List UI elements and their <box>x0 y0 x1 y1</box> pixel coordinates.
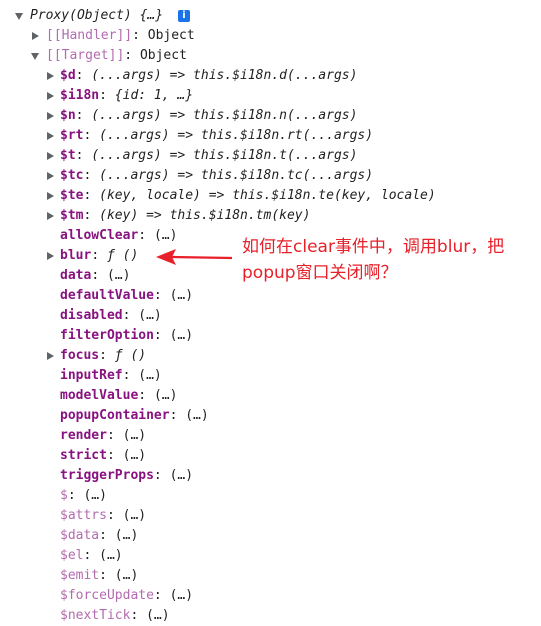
getter-key: modelValue <box>60 388 139 403</box>
getter-key: popupContainer <box>60 408 170 423</box>
getter-key: disabled <box>60 308 123 323</box>
getter-key: $el <box>60 548 84 563</box>
getter-value[interactable]: (…) <box>99 548 122 563</box>
collapsed-triangle-icon[interactable] <box>32 32 39 40</box>
getter-value[interactable]: (…) <box>115 528 138 543</box>
getter-value[interactable]: (…) <box>138 308 161 323</box>
collapsed-triangle-icon[interactable] <box>47 252 54 260</box>
property-value: (...args) => this.$i18n.tc(...args) <box>99 168 374 183</box>
getter-key: filterOption <box>60 328 154 343</box>
property-value: (key) => this.$i18n.tm(key) <box>99 208 311 223</box>
target-key: [[Target]] <box>46 48 125 63</box>
property-value: (...args) => this.$i18n.d(...args) <box>91 68 358 83</box>
collapsed-triangle-icon[interactable] <box>47 132 54 140</box>
getter-value[interactable]: (…) <box>123 508 146 523</box>
getter-value[interactable]: (…) <box>170 288 193 303</box>
property-key: $n <box>60 108 76 123</box>
getter-value[interactable]: (…) <box>170 328 193 343</box>
property-value: (...args) => this.$i18n.n(...args) <box>91 108 358 123</box>
annotation-line-2: popup窗口关闭啊？ <box>242 263 398 283</box>
collapsed-triangle-icon[interactable] <box>47 212 54 220</box>
property-key: $tm <box>60 208 84 223</box>
getter-key: $attrs <box>60 508 107 523</box>
annotation-line-1: 如何在clear事件中，调用blur，把 <box>242 237 505 257</box>
annotation-arrow-icon <box>156 249 233 265</box>
annotation-text: 如何在clear事件中，调用blur，把 popup窗口关闭啊？ <box>242 234 532 286</box>
getter-value[interactable]: (…) <box>123 428 146 443</box>
getter-value[interactable]: (…) <box>123 448 146 463</box>
property-key: $tc <box>60 168 84 183</box>
getter-value[interactable]: (…) <box>170 468 193 483</box>
getter-key: blur <box>60 248 92 263</box>
property-value: (...args) => this.$i18n.rt(...args) <box>99 128 374 143</box>
getter-value[interactable]: (…) <box>170 588 193 603</box>
target-value: Object <box>139 48 187 63</box>
getter-value[interactable]: (…) <box>146 608 169 623</box>
getter-value[interactable]: ƒ () <box>115 348 146 363</box>
getter-value[interactable]: ƒ () <box>107 248 138 263</box>
collapsed-triangle-icon[interactable] <box>47 112 54 120</box>
getter-key: $data <box>60 528 100 543</box>
handler-value: Object <box>147 28 195 43</box>
getter-key: $emit <box>60 568 100 583</box>
getter-key: triggerProps <box>60 468 154 483</box>
property-key: $rt <box>60 128 84 143</box>
getter-key: inputRef <box>60 368 123 383</box>
getter-value[interactable]: (…) <box>107 268 130 283</box>
getter-key: strict <box>60 448 107 463</box>
getter-value[interactable]: (…) <box>154 228 177 243</box>
getter-value[interactable]: (…) <box>83 488 106 503</box>
property-value: (...args) => this.$i18n.t(...args) <box>91 148 358 163</box>
collapsed-triangle-icon[interactable] <box>47 152 54 160</box>
collapsed-triangle-icon[interactable] <box>47 192 54 200</box>
collapsed-triangle-icon[interactable] <box>47 172 54 180</box>
property-key: $te <box>60 188 84 203</box>
getter-value[interactable]: (…) <box>115 568 138 583</box>
info-icon[interactable]: i <box>178 10 190 22</box>
property-value: (key, locale) => this.$i18n.te(key, loca… <box>99 188 436 203</box>
property-key: $d <box>60 68 76 83</box>
collapsed-triangle-icon[interactable] <box>47 92 54 100</box>
handler-key: [[Handler]] <box>46 28 133 43</box>
getter-key: data <box>60 268 92 283</box>
property-value: {id: 1, …} <box>114 88 194 103</box>
proxy-root-label: Proxy(Object) {…} <box>30 8 164 23</box>
getter-value[interactable]: (…) <box>185 408 208 423</box>
getter-key: $nextTick <box>60 608 131 623</box>
expand-triangle-icon[interactable] <box>31 53 39 60</box>
property-key: $t <box>60 148 76 163</box>
getter-value[interactable]: (…) <box>138 368 161 383</box>
getter-key: defaultValue <box>60 288 154 303</box>
collapsed-triangle-icon[interactable] <box>47 352 54 360</box>
getter-key: allowClear <box>60 228 139 243</box>
expand-triangle-icon[interactable] <box>15 13 23 20</box>
getter-key: render <box>60 428 107 443</box>
collapsed-triangle-icon[interactable] <box>47 72 54 80</box>
getter-value[interactable]: (…) <box>154 388 177 403</box>
getter-key: $ <box>60 488 68 503</box>
getter-key: $forceUpdate <box>60 588 154 603</box>
property-key: $i18n <box>60 88 100 103</box>
getter-key: focus <box>60 348 100 363</box>
